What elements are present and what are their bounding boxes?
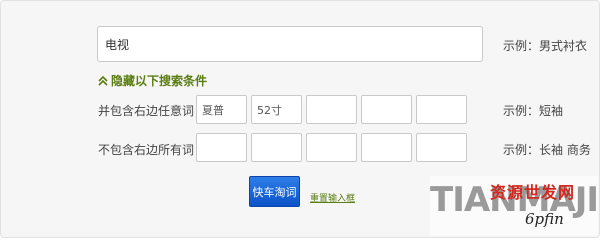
search-button[interactable]: 快车淘词 (249, 176, 300, 207)
reset-inputs-link[interactable]: 重置输入框 (310, 191, 355, 204)
hide-conditions-label: 隐藏以下搜索条件 (111, 74, 208, 88)
include-word-input-5[interactable] (416, 95, 467, 124)
exclude-example-text: 示例：长袖 商务 (503, 143, 591, 157)
keyword-example-text: 示例：男式衬衣 (503, 39, 588, 53)
include-word-input-4[interactable] (361, 95, 412, 124)
include-word-input-2[interactable] (251, 95, 302, 124)
exclude-word-input-3[interactable] (306, 133, 357, 162)
keyword-input[interactable] (97, 26, 483, 62)
include-word-input-3[interactable] (306, 95, 357, 124)
double-chevron-up-icon (98, 75, 108, 86)
hide-conditions-toggle[interactable]: 隐藏以下搜索条件 (98, 72, 207, 89)
exclude-word-input-5[interactable] (416, 133, 467, 162)
include-example-text: 示例：短袖 (503, 104, 564, 118)
exclude-word-input-1[interactable] (196, 133, 247, 162)
exclude-words-label: 不包含右边所有词： (98, 143, 207, 157)
include-words-label: 并包含右边任意词： (98, 104, 207, 118)
exclude-word-input-4[interactable] (361, 133, 412, 162)
search-button-label: 快车淘词 (252, 185, 297, 199)
include-word-input-1[interactable] (196, 95, 247, 124)
watermark-cn-text: 资源世发网 (490, 183, 576, 202)
exclude-word-input-2[interactable] (251, 133, 302, 162)
watermark-url: 6pfin (525, 210, 564, 228)
site-watermark: TIANMAJIE 资源世发网 6pfin (430, 176, 600, 236)
